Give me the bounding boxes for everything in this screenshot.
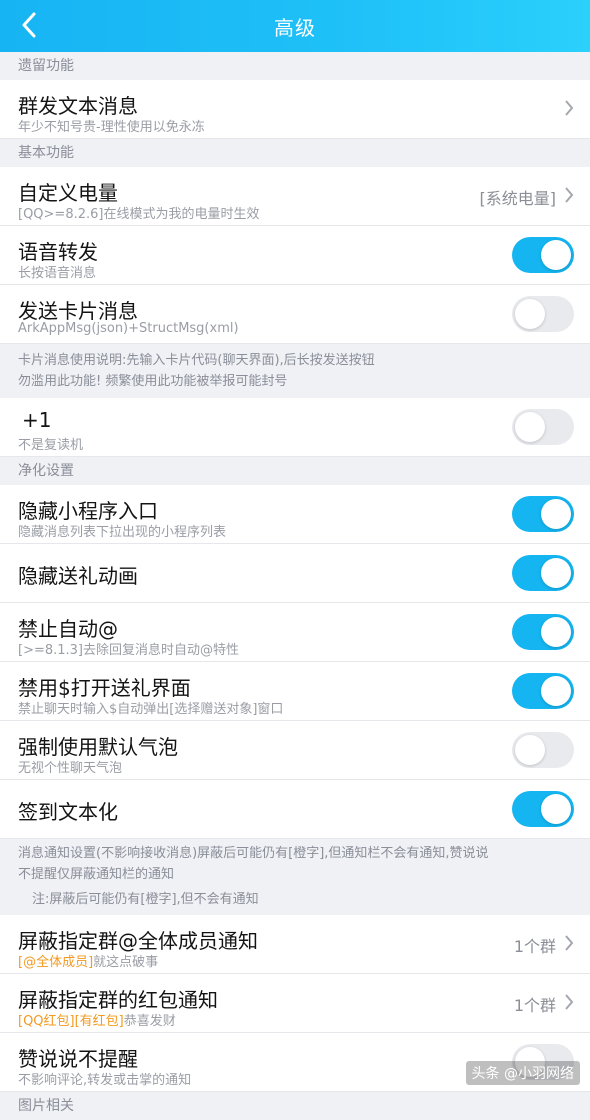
- row-hide-mini: 隐藏小程序入口 隐藏消息列表下拉出现的小程序列表: [0, 485, 590, 544]
- notify-note: 消息通知设置(不影响接收消息)屏蔽后可能仍有[橙字],但通知栏不会有通知,赞说说…: [0, 839, 590, 885]
- row-label: 屏蔽指定群的红包通知: [18, 988, 218, 1012]
- orange-tag: [QQ红包][有红包]: [18, 1014, 124, 1029]
- row-value: [系统电量]: [479, 189, 557, 208]
- toggle-knob: [541, 617, 571, 647]
- row-default-bubble: 强制使用默认气泡 无视个性聊天气泡: [0, 721, 590, 780]
- hide-mini-toggle[interactable]: [512, 496, 574, 532]
- checkin-text-toggle[interactable]: [512, 791, 574, 827]
- no-auto-at-toggle[interactable]: [512, 614, 574, 650]
- toggle-knob: [541, 499, 571, 529]
- notify-note-sub: 注:屏蔽后可能仍有[橙字],但不会有通知: [32, 892, 259, 907]
- row-label: 禁用$打开送礼界面: [18, 676, 191, 700]
- row-custom-battery[interactable]: 自定义电量 [QQ>=8.2.6]在线模式为我的电量时生效 [系统电量]: [0, 167, 590, 226]
- app-header: 高级: [0, 0, 590, 52]
- row-sub: 年少不知号贵-理性使用以免永冻: [18, 120, 205, 135]
- row-sub: [QQ红包][有红包]恭喜发财: [18, 1010, 176, 1029]
- row-label: 签到文本化: [18, 800, 118, 824]
- no-gift-ui-toggle[interactable]: [512, 673, 574, 709]
- row-checkin-text: 签到文本化: [0, 780, 590, 839]
- chevron-left-icon: [22, 12, 36, 38]
- section-legacy: 遗留功能: [0, 52, 590, 80]
- row-voice-forward: 语音转发 长按语音消息: [0, 226, 590, 285]
- row-sub: 长按语音消息: [18, 266, 97, 281]
- row-sub: ArkAppMsg(json)+StructMsg(xml): [18, 321, 239, 336]
- row-label: 语音转发: [18, 240, 98, 264]
- chevron-right-icon: [565, 187, 574, 203]
- section-clean: 净化设置: [0, 457, 590, 485]
- row-label: 强制使用默认气泡: [18, 735, 178, 759]
- default-bubble-toggle[interactable]: [512, 732, 574, 768]
- row-value: 1个群: [513, 937, 556, 956]
- toggle-knob: [515, 299, 545, 329]
- voice-forward-toggle[interactable]: [512, 237, 574, 273]
- toggle-knob: [541, 240, 571, 270]
- row-block-redpack[interactable]: 屏蔽指定群的红包通知 [QQ红包][有红包]恭喜发财 1个群: [0, 974, 590, 1033]
- row-sub: 不是复读机: [18, 438, 84, 453]
- row-sub: [QQ>=8.2.6]在线模式为我的电量时生效: [18, 207, 260, 222]
- row-label: 赞说说不提醒: [18, 1047, 138, 1071]
- row-label: 禁止自动@: [18, 617, 118, 641]
- row-plus-one: +1 不是复读机: [0, 398, 590, 457]
- row-label: 群发文本消息: [18, 94, 138, 118]
- send-card-toggle[interactable]: [512, 296, 574, 332]
- row-sub: 无视个性聊天气泡: [18, 761, 123, 776]
- row-label: 隐藏小程序入口: [18, 499, 158, 523]
- sub-text: 恭喜发财: [123, 1014, 176, 1029]
- note-line: 勿滥用此功能! 频繁使用此功能被举报可能封号: [18, 374, 288, 389]
- row-sub: 隐藏消息列表下拉出现的小程序列表: [18, 525, 227, 540]
- toggle-knob: [541, 558, 571, 588]
- row-no-gift-ui: 禁用$打开送礼界面 禁止聊天时输入$自动弹出[选择赠送对象]窗口: [0, 662, 590, 721]
- note-line: 不提醒仅屏蔽通知栏的通知: [18, 867, 175, 882]
- note-line: 卡片消息使用说明:先输入卡片代码(聊天界面),后长按发送按钮: [18, 353, 375, 368]
- section-image: 图片相关: [0, 1092, 590, 1120]
- row-label: +1: [22, 408, 52, 432]
- sub-text: 就这点破事: [93, 955, 159, 970]
- section-basic: 基本功能: [0, 139, 590, 167]
- toggle-knob: [541, 794, 571, 824]
- row-value: 1个群: [513, 996, 556, 1015]
- orange-tag: [@全体成员]: [18, 955, 94, 970]
- toggle-knob: [541, 676, 571, 706]
- row-label: 发送卡片消息: [18, 299, 138, 323]
- row-sub: [@全体成员]就这点破事: [18, 951, 158, 970]
- row-label: 自定义电量: [18, 181, 118, 205]
- chevron-right-icon: [565, 100, 574, 116]
- row-send-card: 发送卡片消息 ArkAppMsg(json)+StructMsg(xml): [0, 285, 590, 344]
- row-label: 屏蔽指定群@全体成员通知: [18, 929, 258, 953]
- note-line: 消息通知设置(不影响接收消息)屏蔽后可能仍有[橙字],但通知栏不会有通知,赞说说: [18, 846, 489, 861]
- back-button[interactable]: [14, 10, 44, 40]
- page-title: 高级: [274, 15, 316, 40]
- toggle-knob: [515, 412, 545, 442]
- chevron-right-icon: [565, 935, 574, 951]
- row-mass-text[interactable]: 群发文本消息 年少不知号贵-理性使用以免永冻: [0, 80, 590, 139]
- chevron-right-icon: [565, 994, 574, 1010]
- row-sub: 不影响评论,转发或击掌的通知: [18, 1073, 192, 1088]
- row-sub: [>=8.1.3]去除回复消息时自动@特性: [18, 643, 240, 658]
- row-sub: 禁止聊天时输入$自动弹出[选择赠送对象]窗口: [18, 702, 284, 717]
- row-hide-gift: 隐藏送礼动画: [0, 544, 590, 603]
- card-usage-note: 卡片消息使用说明:先输入卡片代码(聊天界面),后长按发送按钮 勿滥用此功能! 频…: [0, 344, 590, 398]
- row-label: 隐藏送礼动画: [18, 564, 138, 588]
- row-no-auto-at: 禁止自动@ [>=8.1.3]去除回复消息时自动@特性: [0, 603, 590, 662]
- settings-list: 遗留功能 群发文本消息 年少不知号贵-理性使用以免永冻 基本功能 自定义电量 […: [0, 52, 590, 1120]
- toggle-knob: [515, 735, 545, 765]
- row-block-at-all[interactable]: 屏蔽指定群@全体成员通知 [@全体成员]就这点破事 1个群: [0, 915, 590, 974]
- watermark: 头条 @小羽网络: [465, 1061, 580, 1085]
- hide-gift-toggle[interactable]: [512, 555, 574, 591]
- plus-one-toggle[interactable]: [512, 409, 574, 445]
